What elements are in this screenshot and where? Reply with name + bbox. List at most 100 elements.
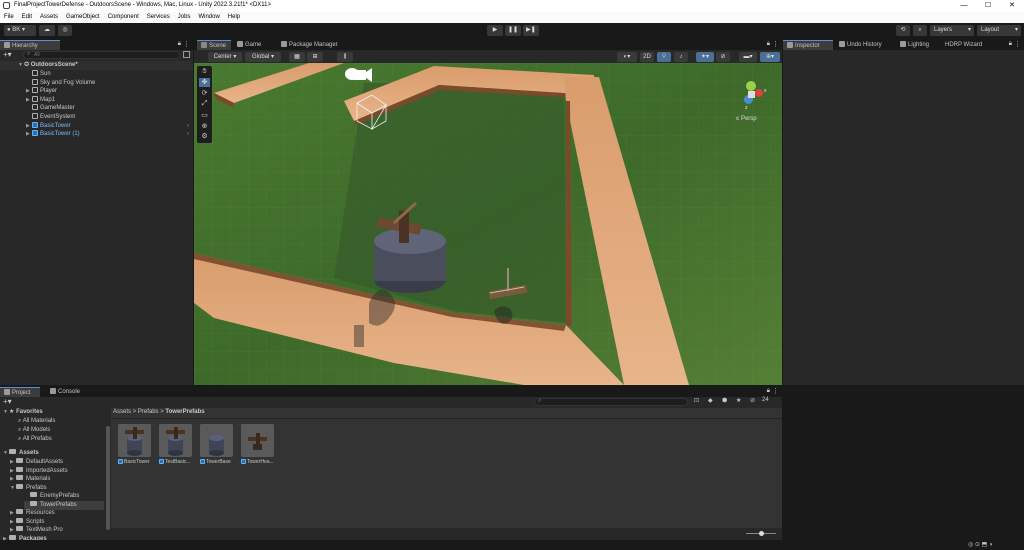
breadcrumb-item[interactable]: Prefabs [138, 409, 159, 415]
minimize-button[interactable]: — [952, 0, 976, 12]
visibility-icon[interactable]: ⊘ [750, 397, 755, 404]
hierarchy-item-label: Player [40, 88, 58, 95]
status-icons[interactable]: ◎ ⊙ ⬒ ◑ [968, 541, 993, 548]
favorite-item[interactable]: ⌕ All Prefabs [18, 435, 52, 444]
hierarchy-search-input[interactable]: ⌕ All [23, 51, 180, 59]
assets-root[interactable]: ▼ Assets [3, 449, 39, 458]
asset-tile[interactable]: BasicTower [118, 424, 154, 465]
close-button[interactable]: ✕ [1000, 0, 1024, 12]
audio-toggle-button[interactable]: ♪ [674, 52, 688, 62]
lock-icon[interactable]: 🔒︎ [1009, 41, 1012, 48]
transform-tool-button[interactable]: ⊕ [199, 122, 210, 131]
draw-mode-dropdown[interactable]: ◐▾ [617, 52, 637, 62]
asset-tile[interactable]: TowerHea... [241, 424, 277, 465]
scene-canvas[interactable]: x z ≤ Persp ✋︎ ✥ ⟳ ⤢ ▭ ⊕ ⚙︎ [194, 63, 782, 385]
scene-visibility-icon[interactable] [183, 51, 190, 58]
breadcrumb-item[interactable]: TowerPrefabs [165, 409, 204, 415]
snap-increment-button[interactable]: ⊞ [307, 52, 323, 62]
favorite-item[interactable]: ⌕ All Materials [18, 417, 55, 426]
effects-dropdown[interactable]: ✦▾ [696, 52, 714, 62]
history-button[interactable]: ⟲ [896, 25, 910, 36]
tab-hdrp-wizard[interactable]: HDRP Wizard [941, 40, 989, 50]
more-options-icon[interactable]: ⋮ [1014, 40, 1021, 48]
zoom-slider-thumb[interactable] [759, 531, 764, 536]
menu-assets[interactable]: Assets [36, 12, 62, 23]
more-options-icon[interactable]: ⋮ [772, 387, 779, 395]
favorite-item[interactable]: ⌕ All Models [18, 426, 50, 435]
menu-window[interactable]: Window [194, 12, 223, 23]
tab-hierarchy[interactable]: Hierarchy [0, 40, 60, 50]
lock-icon[interactable]: 🔒︎ [178, 41, 181, 48]
custom-tool-button[interactable]: ⚙︎ [199, 132, 210, 141]
menu-component[interactable]: Component [104, 12, 143, 23]
grid-snap-button[interactable]: ▦ [289, 52, 305, 62]
asset-label: TestBasic... [165, 459, 191, 465]
gizmo-y-axis[interactable] [746, 81, 756, 91]
tab-lighting[interactable]: Lighting [896, 40, 936, 50]
asset-tile[interactable]: TowerBase [200, 424, 236, 465]
tab-scene[interactable]: Scene [197, 40, 231, 50]
move-tool-button[interactable]: ✥ [199, 78, 210, 87]
folder-tree-scrollbar[interactable] [106, 426, 110, 530]
pivot-dropdown[interactable]: Center ▾ [208, 52, 242, 62]
lock-icon[interactable]: 🔒︎ [767, 41, 770, 48]
add-icon[interactable]: +▾ [3, 50, 12, 60]
collab-button[interactable]: ◎ [58, 25, 72, 36]
favorites-header[interactable]: ▼★ Favorites [3, 408, 43, 417]
project-search-input[interactable]: ⌕ [534, 398, 688, 406]
layout-dropdown[interactable]: Layout ▾ [977, 25, 1021, 36]
menu-services[interactable]: Services [143, 12, 174, 23]
scale-tool-button[interactable]: ⤢ [199, 100, 210, 109]
tab-console[interactable]: Console [46, 387, 86, 397]
asset-tile[interactable]: TestBasic... [159, 424, 195, 465]
tab-inspector[interactable]: Inspector [783, 40, 833, 50]
search-by-label-icon[interactable]: ◆ [708, 397, 713, 404]
maximize-button[interactable]: ☐ [976, 0, 1000, 12]
play-button[interactable]: ▶ [487, 25, 503, 36]
scene-root-row[interactable]: ▼✪ OutdoorsScene* [0, 61, 193, 70]
breadcrumb-item[interactable]: Assets [113, 409, 131, 415]
orientation-gizmo[interactable]: x z ≤ Persp [726, 73, 776, 125]
search-button[interactable]: ⌕ [913, 25, 927, 36]
search-by-type-icon[interactable]: ⊡ [694, 397, 699, 404]
gizmos-dropdown[interactable]: ⊕▾ [760, 52, 780, 62]
hierarchy-item[interactable]: ▶ BasicTower (1) › [0, 130, 193, 139]
step-button[interactable]: ▶❚ [523, 25, 539, 36]
search-icon: ⌕ [538, 398, 542, 404]
more-options-icon[interactable]: ⋮ [183, 40, 190, 48]
space-dropdown[interactable]: Global ▾ [245, 52, 281, 62]
camera-dropdown[interactable]: ▬▾ [739, 52, 757, 62]
star-icon[interactable]: ★ [736, 397, 741, 404]
hdrp-tab-label: HDRP Wizard [945, 42, 983, 48]
lighting-toggle-button[interactable]: 💡︎ [657, 52, 671, 62]
tab-project[interactable]: Project [0, 387, 40, 397]
tab-undo-history[interactable]: Undo History [835, 40, 890, 50]
layers-dropdown[interactable]: Layers ▾ [930, 25, 974, 36]
gizmo-x-axis[interactable] [755, 89, 763, 97]
rotate-tool-button[interactable]: ⟳ [199, 89, 210, 98]
projection-toggle[interactable]: ≤ Persp [736, 116, 757, 122]
add-icon[interactable]: +▾ [3, 397, 12, 407]
pause-button[interactable]: ❚❚ [505, 25, 521, 36]
hand-tool-button[interactable]: ✋︎ [199, 68, 210, 77]
tab-game[interactable]: Game [233, 40, 269, 50]
info-icon [787, 42, 793, 48]
tab-package-manager[interactable]: Package Manager [277, 40, 349, 50]
more-options-icon[interactable]: ⋮ [772, 40, 779, 48]
gizmo-center[interactable] [748, 91, 755, 98]
menu-file[interactable]: File [0, 12, 18, 23]
menu-edit[interactable]: Edit [18, 12, 36, 23]
toggle-2d-button[interactable]: 2D [640, 52, 654, 62]
ruler-button[interactable]: ⫼ [337, 52, 353, 62]
cloud-button[interactable]: ☁ [39, 25, 55, 36]
account-dropdown[interactable]: ● BK ▾ [4, 25, 36, 36]
menu-jobs[interactable]: Jobs [174, 12, 195, 23]
menu-help[interactable]: Help [224, 12, 244, 23]
scene-visibility-button[interactable]: ⊘ [716, 52, 730, 62]
tag-icon[interactable]: ⬢ [722, 397, 727, 404]
menu-gameobject[interactable]: GameObject [62, 12, 104, 23]
lock-icon[interactable]: 🔒︎ [767, 388, 770, 395]
asset-label-row: TowerHea... [241, 459, 281, 465]
rect-tool-button[interactable]: ▭ [199, 111, 210, 120]
chevron-right-icon[interactable]: › [187, 130, 189, 139]
